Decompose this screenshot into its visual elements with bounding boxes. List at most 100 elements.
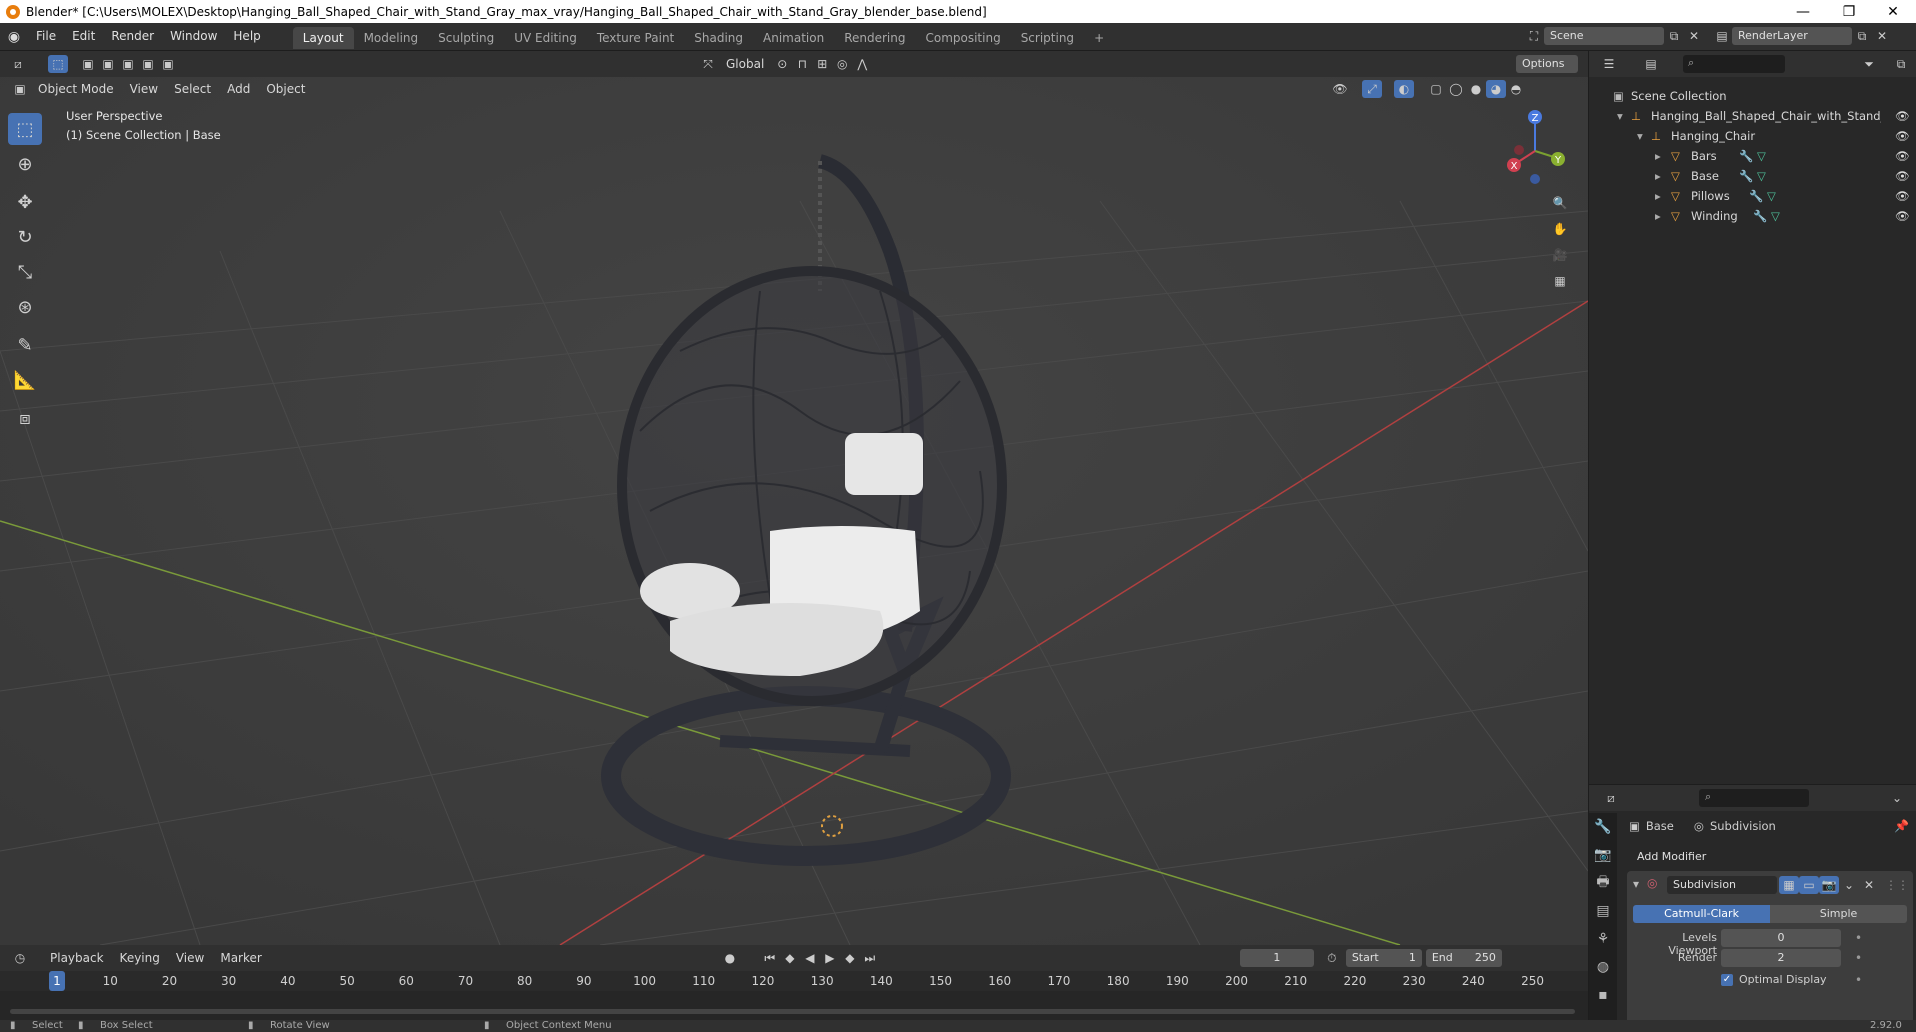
current-frame-field[interactable]: 1: [1239, 949, 1314, 967]
outliner-object-row[interactable]: ▸ ▽ Bars 🔧 ▽ 👁: [1589, 146, 1916, 166]
viewport-scene[interactable]: [0, 51, 1588, 945]
mesh-data-icon[interactable]: ▽: [1757, 146, 1766, 166]
outliner-object-row[interactable]: ▸ ▽ Winding 🔧 ▽ 👁: [1589, 206, 1916, 226]
close-button[interactable]: ✕: [1870, 0, 1916, 23]
frame-ruler[interactable]: 1 10 20 30 40 50 60 70 80 90 100 110 120 130 140 150 160…: [0, 971, 1588, 1031]
record-icon[interactable]: ●: [720, 949, 740, 967]
pin-icon[interactable]: 📌: [1894, 819, 1909, 833]
visibility-eye-icon[interactable]: 👁: [1895, 206, 1910, 226]
outliner-editor-icon[interactable]: ☰: [1599, 55, 1619, 73]
display-mode-icon[interactable]: ▤: [1641, 55, 1661, 73]
scene-field[interactable]: Scene: [1544, 27, 1664, 45]
menu-window[interactable]: Window: [162, 23, 225, 50]
outliner-scene-collection[interactable]: ▣ Scene Collection: [1589, 86, 1916, 106]
add-workspace-button[interactable]: +: [1084, 27, 1114, 49]
properties-editor-icon[interactable]: ⧄: [1601, 789, 1621, 807]
gizmo-toggle-icon[interactable]: ⤢: [1362, 80, 1382, 98]
simple-button[interactable]: Simple: [1770, 905, 1907, 923]
tab-rendering[interactable]: Rendering: [834, 27, 915, 49]
select-new-icon[interactable]: ▣: [78, 55, 98, 73]
modifier-wrench-icon[interactable]: 🔧: [1749, 186, 1763, 206]
menu-marker[interactable]: Marker: [212, 946, 269, 970]
tab-shading[interactable]: Shading: [684, 27, 753, 49]
menu-render[interactable]: Render: [103, 23, 162, 50]
modifier-name-input[interactable]: Subdivision: [1667, 876, 1777, 894]
expand-chevron-icon[interactable]: ▾: [1617, 106, 1623, 126]
menu-select[interactable]: Select: [166, 77, 219, 101]
keyframe-dot-icon[interactable]: •: [1855, 973, 1862, 987]
expand-arrow-icon[interactable]: ▸: [1655, 166, 1661, 186]
falloff-icon[interactable]: ⋀: [852, 55, 872, 73]
world-tab-icon[interactable]: ◍: [1589, 953, 1617, 981]
filter-icon[interactable]: ⏷: [1859, 55, 1879, 73]
3d-viewport[interactable]: ⧄ ⬚ ▣ ▣ ▣ ▣ ▣ ⤧ Global ⊙ ⊓ ⊞ ◎ ⋀ Options…: [0, 51, 1588, 945]
select-intersect-icon[interactable]: ▣: [158, 55, 178, 73]
rendered-shading-icon[interactable]: ◓: [1506, 80, 1526, 98]
menu-playback[interactable]: Playback: [42, 946, 112, 970]
options-dropdown[interactable]: Options: [1516, 55, 1578, 73]
transform-orientation-dropdown[interactable]: Global: [718, 52, 772, 76]
collapse-chevron-icon[interactable]: ▾: [1633, 877, 1639, 891]
delete-scene-icon[interactable]: ✕: [1684, 27, 1704, 45]
editor-type-icon[interactable]: ⧄: [8, 55, 28, 73]
expand-arrow-icon[interactable]: ▸: [1655, 146, 1661, 166]
tab-compositing[interactable]: Compositing: [915, 27, 1010, 49]
remove-modifier-icon[interactable]: ✕: [1859, 876, 1879, 894]
outliner-empty-row[interactable]: ▾ ⊥ Hanging_Chair 👁: [1589, 126, 1916, 146]
transform-tool-icon[interactable]: ⊛: [8, 291, 42, 323]
render-tab-icon[interactable]: 📷: [1589, 841, 1617, 869]
new-collection-icon[interactable]: ⧉: [1891, 55, 1911, 73]
levels-viewport-field[interactable]: 0: [1721, 929, 1841, 947]
wireframe-shading-icon[interactable]: ◯: [1446, 80, 1466, 98]
new-layer-icon[interactable]: ⧉: [1852, 27, 1872, 45]
start-frame-field[interactable]: Start 1: [1345, 949, 1422, 967]
snap-icon[interactable]: ⊓: [792, 55, 812, 73]
menu-view[interactable]: View: [168, 946, 212, 970]
tab-animation[interactable]: Animation: [753, 27, 834, 49]
tool-tab-icon[interactable]: 🔧: [1589, 813, 1617, 841]
menu-object[interactable]: Object: [258, 77, 313, 101]
optimal-display-checkbox[interactable]: ✓: [1721, 974, 1733, 986]
timeline-scrollbar[interactable]: [10, 1009, 1575, 1014]
select-invert-icon[interactable]: ▣: [138, 55, 158, 73]
timeline-editor-icon[interactable]: ◷: [10, 949, 30, 967]
new-scene-icon[interactable]: ⧉: [1664, 27, 1684, 45]
select-subtract-icon[interactable]: ▣: [118, 55, 138, 73]
object-mode-icon[interactable]: ▣: [10, 80, 30, 98]
tab-modeling[interactable]: Modeling: [354, 27, 429, 49]
stopwatch-icon[interactable]: ⏱: [1322, 949, 1342, 967]
pivot-icon[interactable]: ⊙: [772, 55, 792, 73]
measure-tool-icon[interactable]: 📐: [8, 364, 42, 396]
view-layer-tab-icon[interactable]: ▤: [1589, 897, 1617, 925]
tab-uv-editing[interactable]: UV Editing: [504, 27, 587, 49]
tab-sculpting[interactable]: Sculpting: [428, 27, 504, 49]
outliner-object-row[interactable]: ▸ ▽ Pillows 🔧 ▽ 👁: [1589, 186, 1916, 206]
visibility-eye-icon[interactable]: 👁: [1895, 166, 1910, 186]
visibility-eye-icon[interactable]: 👁: [1895, 126, 1910, 146]
add-modifier-dropdown[interactable]: Add Modifier: [1631, 848, 1909, 866]
keyframe-dot-icon[interactable]: •: [1855, 931, 1862, 945]
material-shading-icon[interactable]: ◕: [1486, 80, 1506, 98]
modifier-options-chevron-icon[interactable]: ⌄: [1839, 876, 1859, 894]
outliner-collection-row[interactable]: ▾ ⊥ Hanging_Ball_Shaped_Chair_with_Stand…: [1589, 106, 1916, 126]
visibility-eye-icon[interactable]: 👁: [1895, 106, 1910, 126]
tab-scripting[interactable]: Scripting: [1011, 27, 1084, 49]
delete-layer-icon[interactable]: ✕: [1872, 27, 1892, 45]
expand-chevron-icon[interactable]: ▾: [1637, 126, 1643, 146]
annotate-tool-icon[interactable]: ✎: [8, 329, 42, 361]
output-tab-icon[interactable]: 🖶: [1589, 869, 1617, 897]
jump-end-icon[interactable]: ⏭: [860, 949, 880, 967]
menu-help[interactable]: Help: [225, 23, 268, 50]
object-mode-dropdown[interactable]: Object Mode: [30, 77, 122, 101]
render-levels-field[interactable]: 2: [1721, 949, 1841, 967]
play-reverse-icon[interactable]: ◀: [800, 949, 820, 967]
mesh-data-icon[interactable]: ▽: [1757, 166, 1766, 186]
play-icon[interactable]: ▶: [820, 949, 840, 967]
proportional-edit-icon[interactable]: ◎: [832, 55, 852, 73]
mesh-data-icon[interactable]: ▽: [1767, 186, 1776, 206]
scale-tool-icon[interactable]: ⤡: [8, 256, 42, 288]
transform-orientation-icon[interactable]: ⤧: [698, 55, 718, 73]
editmode-toggle-icon[interactable]: ▦: [1779, 876, 1799, 894]
chevron-down-icon[interactable]: ⌄: [1887, 789, 1907, 807]
modifier-wrench-icon[interactable]: 🔧: [1739, 166, 1753, 186]
